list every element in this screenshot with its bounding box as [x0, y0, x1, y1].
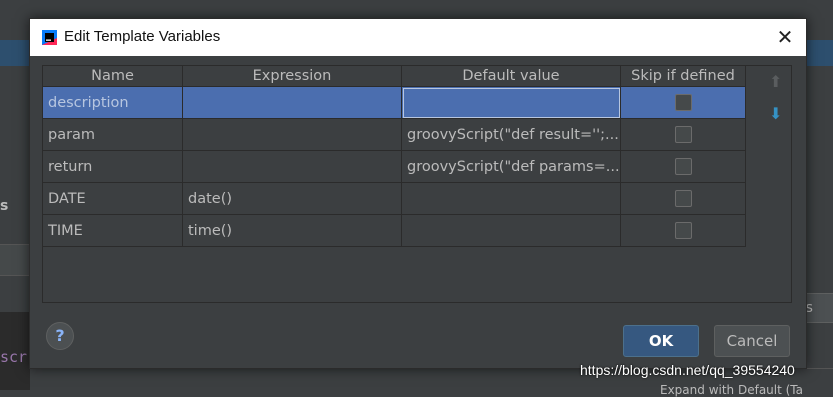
skip-if-defined-cell: [620, 118, 746, 151]
table-row[interactable]: param groovyScript("def result='';...: [43, 118, 746, 151]
expression-cell[interactable]: time(): [182, 214, 402, 247]
skip-if-defined-checkbox[interactable]: [674, 158, 692, 175]
dialog-title: Edit Template Variables: [64, 28, 221, 45]
expression-cell[interactable]: date(): [182, 182, 402, 215]
expression-cell[interactable]: [182, 86, 402, 119]
skip-if-defined-checkbox[interactable]: [674, 126, 692, 143]
table-row[interactable]: description: [43, 86, 746, 119]
skip-if-defined-cell: [620, 182, 746, 215]
variable-name-cell[interactable]: param: [43, 118, 183, 151]
skip-if-defined-cell: [620, 150, 746, 183]
table-header-row: Name Expression Default value Skip if de…: [43, 66, 746, 87]
dialog-titlebar: Edit Template Variables ✕: [30, 19, 806, 56]
ide-side-panel: [0, 244, 30, 276]
variable-name-cell[interactable]: return: [43, 150, 183, 183]
variables-grid: Name Expression Default value Skip if de…: [43, 66, 746, 247]
ide-bottom-text: Expand with Default (Ta: [660, 383, 804, 397]
column-header-name[interactable]: Name: [43, 66, 183, 87]
cancel-button[interactable]: Cancel: [714, 325, 790, 357]
reorder-buttons: ⬆ ⬇: [762, 65, 792, 303]
variable-name-cell[interactable]: DATE: [43, 182, 183, 215]
watermark-text: https://blog.csdn.net/qq_39554240: [580, 362, 795, 378]
expression-cell[interactable]: [182, 118, 402, 151]
move-up-icon[interactable]: ⬆: [769, 72, 782, 91]
default-value-cell[interactable]: [401, 86, 621, 119]
ide-code-fragment: scr: [0, 348, 28, 366]
ide-side-label: s: [0, 198, 9, 214]
variable-name-cell[interactable]: description: [43, 86, 183, 119]
skip-if-defined-cell: [620, 214, 746, 247]
close-icon[interactable]: ✕: [774, 26, 796, 48]
ok-button[interactable]: OK: [623, 325, 699, 357]
default-value-cell[interactable]: groovyScript("def result='';...: [401, 118, 621, 151]
table-row[interactable]: DATE date(): [43, 182, 746, 215]
edit-template-variables-dialog: Edit Template Variables ✕ Name Expressio…: [29, 18, 807, 369]
skip-if-defined-checkbox[interactable]: [674, 222, 692, 239]
column-header-skip-if-defined[interactable]: Skip if defined: [620, 66, 746, 87]
table-row[interactable]: TIME time(): [43, 214, 746, 247]
default-value-cell[interactable]: [401, 182, 621, 215]
variable-name-cell[interactable]: TIME: [43, 214, 183, 247]
default-value-cell[interactable]: [401, 214, 621, 247]
variables-table: Name Expression Default value Skip if de…: [42, 65, 764, 303]
skip-if-defined-checkbox[interactable]: [674, 94, 692, 111]
table-row[interactable]: return groovyScript("def params=...: [43, 150, 746, 183]
skip-if-defined-checkbox[interactable]: [674, 190, 692, 207]
column-header-expression[interactable]: Expression: [182, 66, 402, 87]
move-down-icon[interactable]: ⬇: [769, 104, 782, 123]
default-value-cell[interactable]: groovyScript("def params=...: [401, 150, 621, 183]
expression-cell[interactable]: [182, 150, 402, 183]
intellij-icon: [42, 30, 57, 45]
skip-if-defined-cell: [620, 86, 746, 119]
help-button[interactable]: ?: [46, 322, 74, 350]
column-header-default-value[interactable]: Default value: [401, 66, 621, 87]
